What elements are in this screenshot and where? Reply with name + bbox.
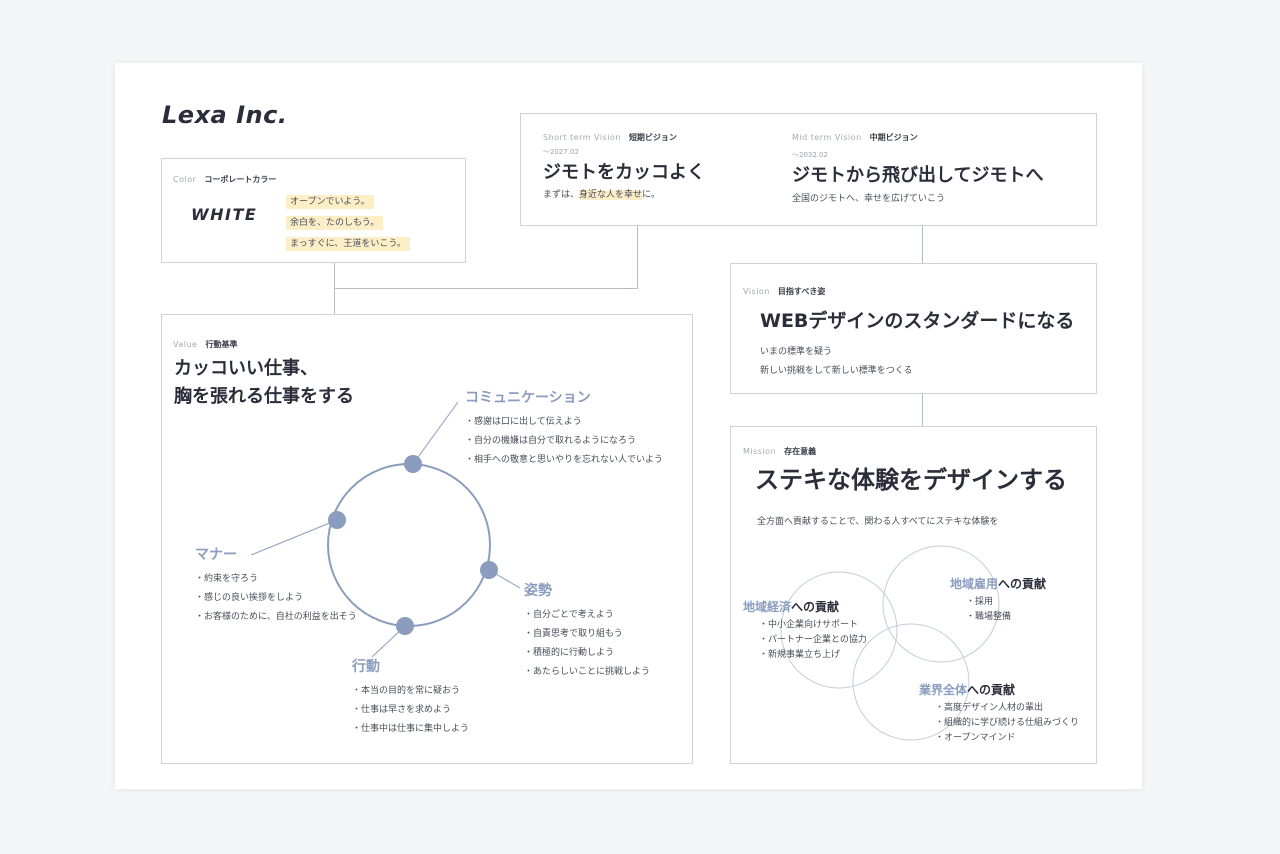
group-items: 感謝は口に出して伝えよう 自分の機嫌は自分で取れるようになろう 相手への敬意と思…: [465, 413, 663, 470]
mid-vision-date: 〜2032.02: [792, 151, 828, 159]
area-accent: 業界全体: [919, 683, 968, 697]
area-accent: 地域経済: [743, 600, 792, 614]
list-item: 約束を守ろう: [195, 570, 357, 589]
node-action: [396, 617, 414, 635]
node-manner: [328, 511, 346, 529]
mid-vision-title: ジモトから飛び出してジモトへ: [792, 165, 1044, 186]
group-name: 姿勢: [524, 583, 552, 599]
connector-line: [334, 288, 637, 289]
mid-vision-desc: 全国のジモトへ、幸せを広げていこう: [792, 194, 946, 204]
mid-vision-tag: Mid term Vision 中期ビジョン: [792, 125, 918, 144]
list-item: 中小企業向けサポート: [759, 618, 867, 633]
group-name: 行動: [352, 659, 380, 675]
company-logo: Lexa Inc.: [162, 101, 288, 129]
value-group-action: 行動 本当の目的を常に疑おう 仕事は早さを求めよう 仕事中は仕事に集中しよう: [352, 656, 469, 739]
desc-prefix: まずは、: [543, 190, 580, 200]
tag-ja-label: コーポレートカラー: [204, 175, 277, 184]
group-items: 自分ごとで考えよう 自責思考で取り組もう 積極的に行動しよう あたらしいことに挑…: [524, 606, 650, 682]
list-item: 自責思考で取り組もう: [524, 625, 650, 644]
connector-communication: [412, 401, 459, 465]
list-item: 組織的に学び続ける仕組みづくり: [935, 716, 1079, 731]
group-items: 本当の目的を常に疑おう 仕事は早さを求めよう 仕事中は仕事に集中しよう: [352, 682, 469, 739]
group-items: 約束を守ろう 感じの良い挨拶をしよう お客様のために、自社の利益を出そう: [195, 570, 357, 627]
color-phrases: オープンでいよう。 余白を、たのしもう。 まっすぐに、王道をいこう。: [286, 190, 410, 253]
phrase-1: オープンでいよう。: [286, 195, 374, 209]
color-card: Color コーポレートカラー WHITE オープンでいよう。 余白を、たのしもう…: [161, 158, 466, 263]
vision-card: Vision 目指すべき姿 WEBデザインのスタンダードになる いまの標準を疑う …: [730, 263, 1097, 394]
tag-en-label: Vision: [743, 287, 770, 296]
tag-en-label: Color: [173, 175, 197, 184]
mission-card: Mission 存在意義 ステキな体験をデザインする 全方面へ貢献することで、関わ…: [730, 426, 1097, 764]
connector-line: [637, 225, 638, 289]
short-vision-desc: まずは、身近な人を幸せに。: [543, 187, 660, 200]
desc-highlight: 身近な人を幸せ: [579, 190, 643, 200]
list-item: 感謝は口に出して伝えよう: [465, 413, 663, 432]
list-item: 仕事は早さを求めよう: [352, 701, 469, 720]
desc-suffix: に。: [642, 190, 661, 200]
node-attitude: [480, 561, 498, 579]
group-name: マナー: [195, 547, 237, 563]
list-item: 自分の機嫌は自分で取れるようになろう: [465, 432, 663, 451]
color-tag: Color コーポレートカラー: [173, 167, 276, 186]
list-item: 高度デザイン人材の輩出: [935, 701, 1079, 716]
list-item: 積極的に行動しよう: [524, 644, 650, 663]
vision-line-2: 新しい挑戦をして新しい標準をつくる: [760, 366, 913, 376]
value-group-communication: コミュニケーション 感謝は口に出して伝えよう 自分の機嫌は自分で取れるようになろ…: [465, 387, 663, 470]
area-suffix: への貢献: [998, 577, 1047, 591]
list-item: 本当の目的を常に疑おう: [352, 682, 469, 701]
phrase-2: 余白を、たのしもう。: [286, 216, 384, 230]
color-name: WHITE: [191, 205, 258, 224]
list-item: 採用: [966, 595, 1046, 610]
short-vision-tag: Short term Vision 短期ビジョン: [543, 125, 677, 144]
area-accent: 地域雇用: [950, 577, 999, 591]
list-item: オープンマインド: [935, 731, 1079, 746]
list-item: お客様のために、自社の利益を出そう: [195, 608, 357, 627]
value-card: Value 行動基準 カッコいい仕事、 胸を張れる仕事をする コミュニケーション …: [161, 314, 693, 764]
connector-line: [922, 393, 923, 427]
canvas-sheet: Lexa Inc. Color コーポレートカラー WHITE オープンでいよう。…: [115, 63, 1142, 789]
vision-title: WEBデザインのスタンダードになる: [760, 310, 1075, 332]
area-employment: 地域雇用への貢献 採用 職場整備: [950, 575, 1046, 625]
area-items: 中小企業向けサポート パートナー企業との協力 新規事業立ち上げ: [759, 618, 867, 663]
tag-en-label: Mid term Vision: [792, 133, 862, 142]
list-item: パートナー企業との協力: [759, 633, 867, 648]
area-suffix: への貢献: [967, 683, 1016, 697]
list-item: 職場整備: [966, 610, 1046, 625]
connector-line: [922, 225, 923, 263]
vision-tag: Vision 目指すべき姿: [743, 279, 825, 298]
node-communication: [404, 455, 422, 473]
short-vision-title: ジモトをカッコよく: [543, 162, 705, 183]
short-vision-date: 〜2027.02: [543, 148, 579, 156]
list-item: 新規事業立ち上げ: [759, 648, 867, 663]
list-item: あたらしいことに挑戦しよう: [524, 663, 650, 682]
vision-line-1: いまの標準を疑う: [760, 347, 833, 357]
list-item: 自分ごとで考えよう: [524, 606, 650, 625]
value-group-attitude: 姿勢 自分ごとで考えよう 自責思考で取り組もう 積極的に行動しよう あたらしいこ…: [524, 580, 650, 682]
list-item: 感じの良い挨拶をしよう: [195, 589, 357, 608]
phrase-3: まっすぐに、王道をいこう。: [286, 237, 410, 251]
list-item: 相手への敬意と思いやりを忘れない人でいよう: [465, 451, 663, 470]
area-suffix: への貢献: [791, 600, 840, 614]
area-items: 高度デザイン人材の輩出 組織的に学び続ける仕組みづくり オープンマインド: [935, 701, 1079, 746]
value-group-manner: マナー 約束を守ろう 感じの良い挨拶をしよう お客様のために、自社の利益を出そう: [195, 544, 357, 627]
area-items: 採用 職場整備: [966, 595, 1046, 625]
list-item: 仕事中は仕事に集中しよう: [352, 720, 469, 739]
group-name: コミュニケーション: [465, 390, 591, 406]
tag-ja-label: 目指すべき姿: [777, 287, 826, 296]
area-economy: 地域経済への貢献 中小企業向けサポート パートナー企業との協力 新規事業立ち上げ: [743, 598, 867, 663]
vision-timeline-card: Short term Vision 短期ビジョン 〜2027.02 ジモトをカッコ…: [520, 113, 1097, 226]
tag-ja-label: 中期ビジョン: [869, 133, 918, 142]
area-industry: 業界全体への貢献 高度デザイン人材の輩出 組織的に学び続ける仕組みづくり オープ…: [919, 681, 1079, 746]
tag-en-label: Short term Vision: [543, 133, 621, 142]
tag-ja-label: 短期ビジョン: [628, 133, 677, 142]
